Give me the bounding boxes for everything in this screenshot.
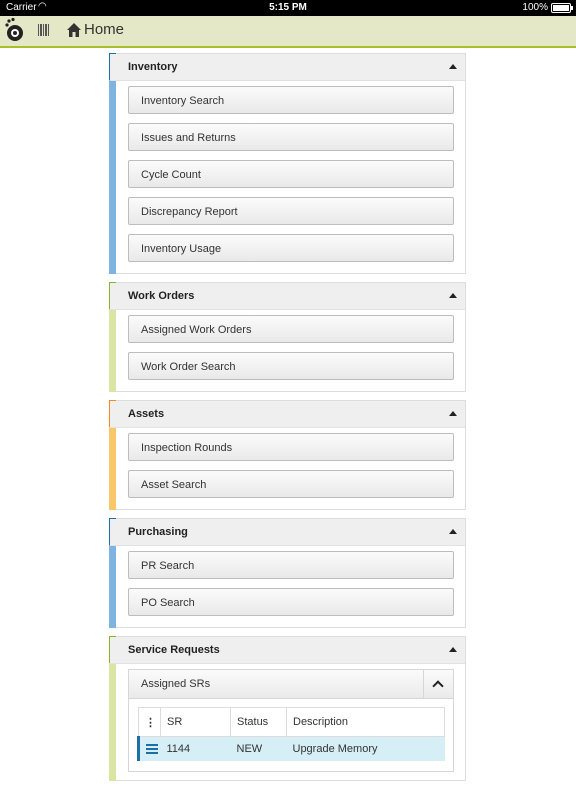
service-requests-panel-header[interactable]: Service Requests <box>110 637 465 664</box>
battery-icon <box>551 3 573 13</box>
menu-panels: Inventory Inventory Search Issues and Re… <box>109 53 466 789</box>
status-cell[interactable]: NEW <box>230 736 287 761</box>
service-requests-panel: Service Requests Assigned SRs ⋮ SR Statu… <box>109 636 466 781</box>
app-header: Home <box>0 16 576 48</box>
purchasing-panel-header[interactable]: Purchasing <box>110 519 465 546</box>
column-options-header[interactable]: ⋮ <box>138 707 161 737</box>
inventory-panel: Inventory Inventory Search Issues and Re… <box>109 53 466 274</box>
issues-and-returns-button[interactable]: Issues and Returns <box>128 123 454 151</box>
collapse-arrow-icon[interactable] <box>449 529 457 534</box>
collapse-arrow-icon[interactable] <box>449 293 457 298</box>
collapse-arrow-icon[interactable] <box>449 647 457 652</box>
table-row[interactable]: 1144 NEW Upgrade Memory <box>137 736 445 761</box>
subpanel-toggle-button[interactable] <box>423 670 453 698</box>
assigned-srs-header[interactable]: Assigned SRs <box>129 670 453 699</box>
panel-title: Service Requests <box>128 644 220 656</box>
panel-title: Assets <box>128 408 165 420</box>
asset-search-button[interactable]: Asset Search <box>128 470 454 498</box>
pr-search-button[interactable]: PR Search <box>128 551 454 579</box>
inspection-rounds-button[interactable]: Inspection Rounds <box>128 433 454 461</box>
discrepancy-report-button[interactable]: Discrepancy Report <box>128 197 454 225</box>
battery-percent: 100% <box>522 2 548 13</box>
assets-panel: Assets Inspection Rounds Asset Search <box>109 400 466 510</box>
assets-panel-header[interactable]: Assets <box>110 401 465 428</box>
barcode-scan-icon[interactable] <box>38 24 50 36</box>
inventory-panel-header[interactable]: Inventory <box>110 54 465 81</box>
sr-number-cell[interactable]: 1144 <box>160 736 231 761</box>
subpanel-title: Assigned SRs <box>141 678 211 690</box>
chevron-up-icon <box>432 680 444 692</box>
cycle-count-button[interactable]: Cycle Count <box>128 160 454 188</box>
inventory-usage-button[interactable]: Inventory Usage <box>128 234 454 262</box>
purchasing-panel: Purchasing PR Search PO Search <box>109 518 466 628</box>
clock: 5:15 PM <box>269 2 307 13</box>
panel-title: Purchasing <box>128 526 188 538</box>
app-logo[interactable] <box>4 17 26 43</box>
work-order-search-button[interactable]: Work Order Search <box>128 352 454 380</box>
column-header-status[interactable]: Status <box>230 707 287 737</box>
column-header-sr[interactable]: SR <box>160 707 231 737</box>
panel-title: Work Orders <box>128 290 195 302</box>
table-header-row: ⋮ SR Status Description <box>138 707 445 737</box>
panel-accent <box>109 53 116 274</box>
work-orders-panel-header[interactable]: Work Orders <box>110 283 465 310</box>
page-title: Home <box>84 21 125 38</box>
sr-table: ⋮ SR Status Description 1144 NEW Upgrade… <box>137 707 445 761</box>
collapse-arrow-icon[interactable] <box>449 411 457 416</box>
hamburger-menu-icon[interactable] <box>146 743 158 754</box>
row-menu-cell[interactable] <box>137 736 161 761</box>
panel-title: Inventory <box>128 61 178 73</box>
assigned-srs-subpanel: Assigned SRs ⋮ SR Status Description 114… <box>128 669 454 772</box>
assigned-work-orders-button[interactable]: Assigned Work Orders <box>128 315 454 343</box>
home-icon <box>67 23 81 37</box>
description-cell[interactable]: Upgrade Memory <box>286 736 445 761</box>
po-search-button[interactable]: PO Search <box>128 588 454 616</box>
status-bar: Carrier ◠ 5:15 PM 100% <box>0 0 576 16</box>
inventory-search-button[interactable]: Inventory Search <box>128 86 454 114</box>
column-header-description[interactable]: Description <box>286 707 445 737</box>
collapse-arrow-icon[interactable] <box>449 64 457 69</box>
kebab-menu-icon[interactable]: ⋮ <box>145 717 156 729</box>
work-orders-panel: Work Orders Assigned Work Orders Work Or… <box>109 282 466 392</box>
